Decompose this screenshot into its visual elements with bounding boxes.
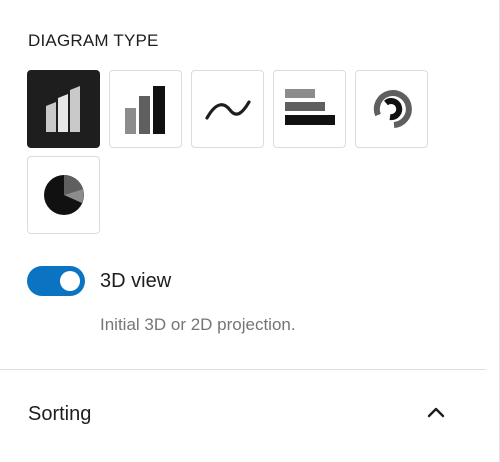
diagram-type-horizontal-bar-button[interactable] bbox=[273, 70, 346, 148]
pie-chart-icon bbox=[43, 175, 84, 215]
toggle-knob bbox=[60, 271, 80, 291]
3d-view-label: 3D view bbox=[100, 269, 172, 292]
line-chart-icon bbox=[204, 100, 251, 120]
diagram-type-3d-bar-button[interactable] bbox=[27, 70, 100, 148]
3d-view-toggle-row: 3D view bbox=[27, 266, 171, 296]
diagram-type-bar-button[interactable] bbox=[109, 70, 182, 148]
3d-view-help-text: Initial 3D or 2D projection. bbox=[100, 315, 296, 334]
sorting-panel-toggle[interactable]: Sorting bbox=[0, 370, 486, 460]
sorting-panel-title: Sorting bbox=[28, 403, 92, 425]
radial-chart-icon bbox=[373, 90, 412, 128]
horizontal-bar-chart-icon bbox=[284, 89, 335, 125]
bar-chart-icon bbox=[124, 86, 165, 134]
diagram-type-pie-button[interactable] bbox=[27, 156, 100, 234]
diagram-type-radial-button[interactable] bbox=[355, 70, 428, 148]
diagram-type-line-button[interactable] bbox=[191, 70, 264, 148]
diagram-type-label: DIAGRAM TYPE bbox=[28, 31, 159, 50]
chevron-up-icon bbox=[427, 407, 445, 418]
3d-view-toggle[interactable] bbox=[27, 266, 85, 296]
3d-bar-chart-icon bbox=[45, 86, 80, 132]
